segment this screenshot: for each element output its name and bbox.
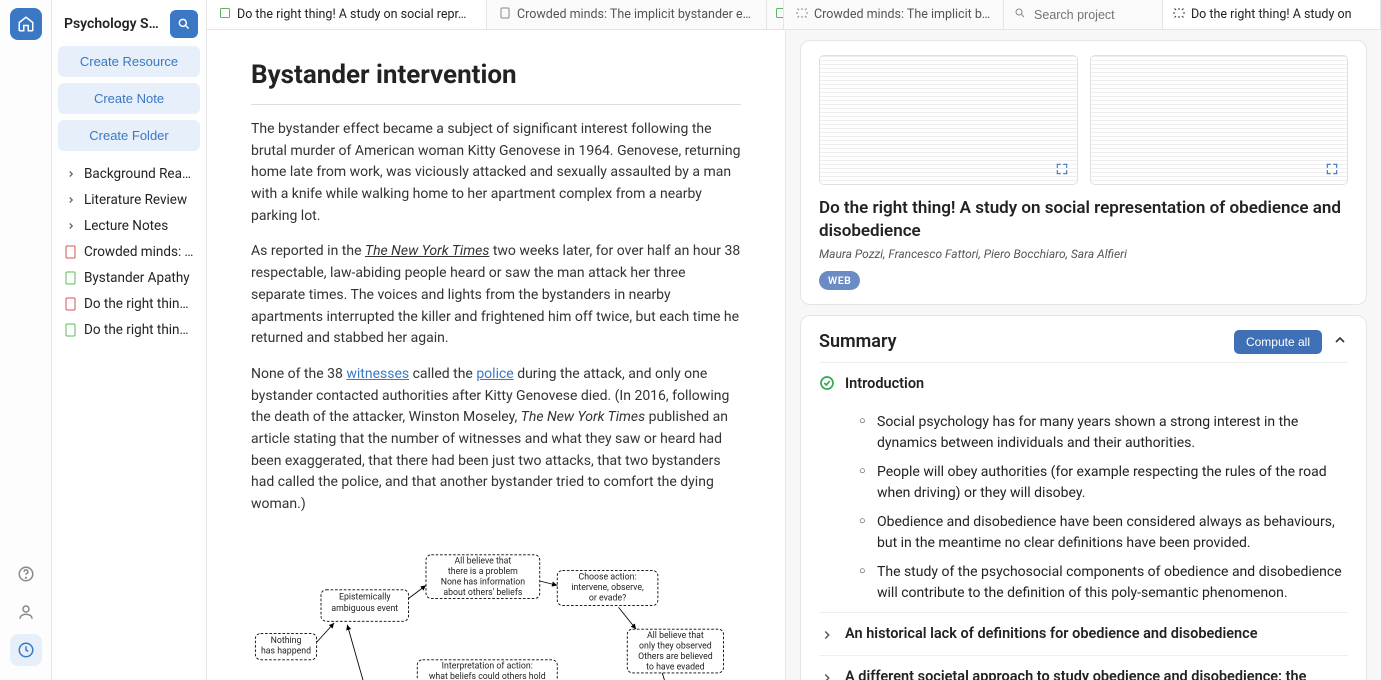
summary-bullet: People will obey authorities (for exampl… bbox=[859, 462, 1348, 504]
compute-all-button[interactable]: Compute all bbox=[1234, 330, 1322, 354]
tree-resource-pdf[interactable]: Crowded minds: The… bbox=[58, 239, 202, 265]
help-icon[interactable] bbox=[10, 558, 42, 590]
summary-heading: Summary bbox=[819, 331, 1234, 352]
tab-note[interactable]: Do the right thing! A study on social re… bbox=[207, 0, 487, 29]
wiki-link[interactable]: witnesses bbox=[346, 366, 409, 382]
tab-resource-partial[interactable]: B bbox=[767, 0, 784, 29]
tree-note[interactable]: Do the right thing! A … bbox=[58, 317, 202, 343]
tree-resource-pdf[interactable]: Do the right thing! A … bbox=[58, 291, 202, 317]
resource-authors: Maura Pozzi, Francesco Fattori, Piero Bo… bbox=[819, 247, 1348, 261]
wiki-link[interactable]: police bbox=[476, 366, 513, 382]
source-badge: WEB bbox=[819, 271, 860, 290]
resource-detail-card: Do the right thing! A study on social re… bbox=[800, 40, 1367, 305]
pdf-icon bbox=[64, 297, 78, 311]
home-icon[interactable] bbox=[10, 8, 42, 40]
citation: The New York Times bbox=[521, 409, 645, 425]
note-icon bbox=[219, 7, 231, 23]
doc-icon bbox=[499, 7, 511, 23]
note-icon bbox=[775, 7, 784, 23]
user-icon[interactable] bbox=[10, 596, 42, 628]
chevron-right-icon bbox=[819, 627, 835, 643]
expand-icon[interactable] bbox=[1053, 160, 1071, 178]
project-title: Psychology Society bbox=[64, 16, 166, 32]
search-input[interactable] bbox=[1032, 7, 1152, 23]
summary-bullet: The study of the psychosocial components… bbox=[859, 562, 1348, 604]
summary-bullet: Social psychology has for many years sho… bbox=[859, 412, 1348, 454]
chevron-right-icon bbox=[64, 193, 78, 207]
tree-folder[interactable]: Lecture Notes bbox=[58, 213, 202, 239]
chevron-up-icon[interactable] bbox=[1332, 332, 1348, 352]
create-note-button[interactable]: Create Note bbox=[58, 83, 200, 114]
right-tab-resource[interactable]: Crowded minds: The implicit bystander e… bbox=[786, 0, 1004, 29]
paragraph: None of the 38 witnesses called the poli… bbox=[251, 364, 741, 516]
tree-note[interactable]: Bystander Apathy bbox=[58, 265, 202, 291]
note-icon bbox=[64, 271, 78, 285]
citation-link[interactable]: The New York Times bbox=[365, 243, 489, 259]
paragraph: The bystander effect became a subject of… bbox=[251, 119, 741, 227]
paragraph: As reported in the The New York Times tw… bbox=[251, 241, 741, 349]
chevron-right-icon bbox=[64, 219, 78, 233]
chevron-right-icon bbox=[64, 167, 78, 181]
resource-title: Do the right thing! A study on social re… bbox=[819, 197, 1348, 243]
sparkle-icon bbox=[1173, 7, 1185, 23]
note-icon bbox=[64, 323, 78, 337]
history-icon[interactable] bbox=[10, 634, 42, 666]
sparkle-icon bbox=[796, 7, 808, 23]
concept-diagram: Epistemicallyambiguous event All believe… bbox=[251, 546, 741, 680]
expand-icon[interactable] bbox=[1323, 160, 1341, 178]
page-title: Bystander intervention bbox=[251, 60, 741, 105]
summary-card: Summary Compute all Introduction bbox=[800, 315, 1367, 680]
right-tab-resource[interactable]: Do the right thing! A study on bbox=[1163, 0, 1381, 29]
page-thumbnail[interactable] bbox=[819, 55, 1078, 185]
tree-folder[interactable]: Background Reading bbox=[58, 161, 202, 187]
summary-bullet-list: Social psychology has for many years sho… bbox=[819, 412, 1348, 604]
summary-bullet: Obedience and disobedience have been con… bbox=[859, 512, 1348, 554]
create-folder-button[interactable]: Create Folder bbox=[58, 120, 200, 151]
check-circle-icon bbox=[819, 375, 835, 391]
search-icon bbox=[1014, 7, 1026, 23]
search-icon[interactable] bbox=[170, 10, 198, 38]
summary-section-collapsed[interactable]: A different societal approach to study o… bbox=[819, 655, 1348, 680]
chevron-right-icon bbox=[819, 670, 835, 680]
right-tab-search[interactable] bbox=[1004, 0, 1163, 29]
pdf-icon bbox=[64, 245, 78, 259]
create-resource-button[interactable]: Create Resource bbox=[58, 46, 200, 77]
tab-resource[interactable]: Crowded minds: The implicit bystander e… bbox=[487, 0, 767, 29]
summary-section[interactable]: Introduction bbox=[819, 362, 1348, 404]
summary-section-collapsed[interactable]: An historical lack of definitions for ob… bbox=[819, 612, 1348, 655]
page-thumbnail[interactable] bbox=[1090, 55, 1349, 185]
tree-folder[interactable]: Literature Review bbox=[58, 187, 202, 213]
